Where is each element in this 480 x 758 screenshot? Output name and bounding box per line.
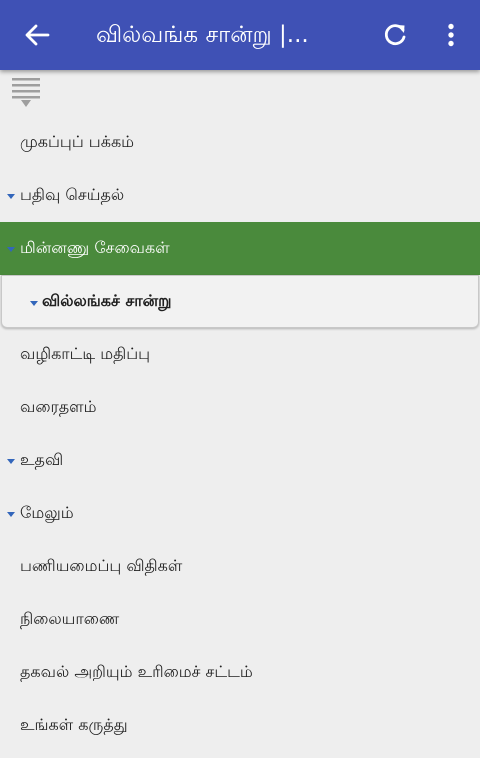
nav-item-label: நிலையாணை xyxy=(20,609,120,628)
back-button[interactable] xyxy=(20,20,54,50)
nav-subitem-encumbrance-certificate[interactable]: வில்லங்கச் சான்று xyxy=(1,275,479,328)
nav-item-rti[interactable]: தகவல் அறியும் உரிமைச் சட்டம் xyxy=(0,646,480,699)
nav-item-home[interactable]: முகப்புப் பக்கம் xyxy=(0,116,480,169)
nav-item-label: உங்கள் கருத்து xyxy=(20,715,128,734)
arrow-back-icon xyxy=(25,24,50,46)
nav-item-registration[interactable]: பதிவு செய்தல் xyxy=(0,169,480,222)
nav-item-label: மேலும் xyxy=(20,503,74,522)
nav-item-map[interactable]: வரைதளம் xyxy=(0,381,480,434)
expand-caret-icon xyxy=(7,459,15,464)
nav-item-service-rules[interactable]: பணியமைப்பு விதிகள் xyxy=(0,540,480,593)
app-bar: வில்வங்க சான்று |... xyxy=(0,0,480,70)
expand-caret-icon xyxy=(30,301,38,306)
more-vert-icon xyxy=(448,23,454,47)
nav-item-label: தகவல் அறியும் உரிமைச் சட்டம் xyxy=(20,662,253,681)
nav-item-label: வரைதளம் xyxy=(20,397,97,416)
nav-item-standing-order[interactable]: நிலையாணை xyxy=(0,593,480,646)
more-options-button[interactable] xyxy=(436,18,466,52)
nav-item-label: பணியமைப்பு விதிகள் xyxy=(20,556,183,575)
refresh-icon xyxy=(384,24,406,46)
expand-caret-icon xyxy=(7,512,15,517)
nav-item-more[interactable]: மேலும் xyxy=(0,487,480,540)
menu-collapse-toggle[interactable] xyxy=(10,76,42,108)
nav-item-guideline-value[interactable]: வழிகாட்டி மதிப்பு xyxy=(0,328,480,381)
nav-item-label: வில்லங்கச் சான்று xyxy=(42,291,172,310)
nav-item-feedback[interactable]: உங்கள் கருத்து xyxy=(0,699,480,752)
navigation-menu: முகப்புப் பக்கம் பதிவு செய்தல் மின்னணு ச… xyxy=(0,116,480,752)
nav-item-label: மின்னணு சேவைகள் xyxy=(20,238,170,257)
nav-item-label: பதிவு செய்தல் xyxy=(20,185,125,204)
refresh-button[interactable] xyxy=(378,18,412,52)
nav-item-label: வழிகாட்டி மதிப்பு xyxy=(20,344,151,363)
expand-caret-icon xyxy=(7,194,15,199)
nav-item-label: உதவி xyxy=(20,450,64,469)
nav-item-help[interactable]: உதவி xyxy=(0,434,480,487)
nav-item-label: முகப்புப் பக்கம் xyxy=(20,132,135,151)
expand-caret-icon xyxy=(7,247,15,252)
nav-item-e-services[interactable]: மின்னணு சேவைகள் xyxy=(0,222,480,275)
page-title: வில்வங்க சான்று |... xyxy=(96,22,309,48)
collapse-menu-icon xyxy=(12,78,40,107)
